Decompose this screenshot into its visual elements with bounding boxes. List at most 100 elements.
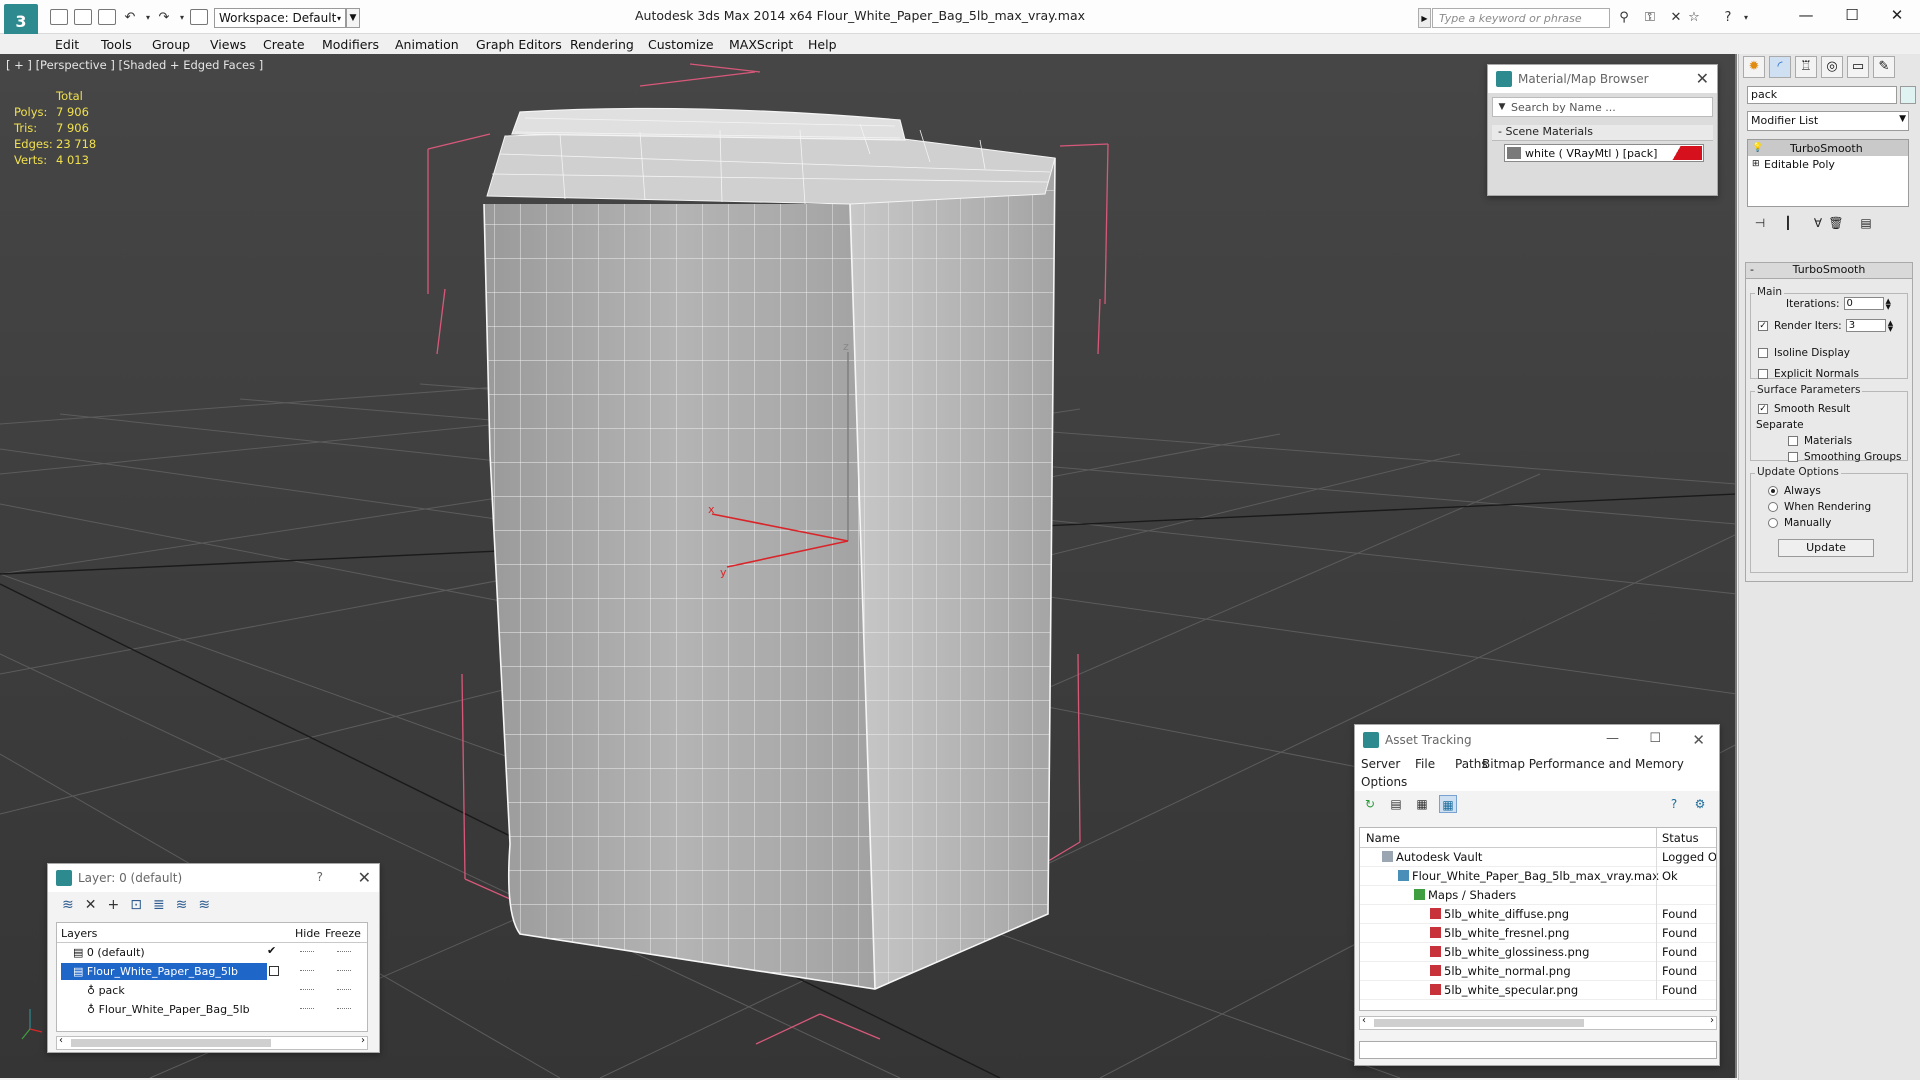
- object-name-input[interactable]: pack: [1747, 86, 1897, 104]
- settings-icon[interactable]: ⚙: [1691, 795, 1709, 813]
- table-row[interactable]: 5lb_white_normal.png Found: [1360, 962, 1716, 981]
- communication-icon[interactable]: ✕: [1668, 10, 1684, 26]
- menu-create[interactable]: Create: [263, 37, 305, 52]
- motion-tab-icon[interactable]: ◎: [1821, 56, 1843, 78]
- object-color-swatch[interactable]: [1900, 86, 1916, 104]
- menu-edit[interactable]: Edit: [55, 37, 79, 52]
- when-rendering-radio[interactable]: [1768, 502, 1778, 512]
- hierarchy-tab-icon[interactable]: ♖: [1795, 56, 1817, 78]
- column-name[interactable]: Name: [1366, 831, 1400, 845]
- modifier-list-dropdown[interactable]: Modifier List ▼: [1747, 111, 1909, 131]
- layer-window-titlebar[interactable]: Layer: 0 (default) ? ✕: [48, 864, 379, 892]
- column-freeze[interactable]: Freeze: [325, 927, 361, 940]
- favorites-star-icon[interactable]: ☆: [1686, 10, 1702, 26]
- lightbulb-icon[interactable]: 💡: [1752, 143, 1764, 153]
- minimize-icon[interactable]: —: [1606, 731, 1619, 746]
- layer-row[interactable]: ▤ 0 (default) ✔: [57, 943, 367, 962]
- expand-plus-icon[interactable]: ⊞: [1752, 159, 1764, 169]
- maximize-icon[interactable]: ☐: [1649, 731, 1661, 746]
- stack-item-turbosmooth[interactable]: 💡 TurboSmooth: [1748, 140, 1908, 156]
- layer-row[interactable]: ▤ Flour_White_Paper_Bag_5lb: [57, 962, 367, 981]
- table-row[interactable]: 5lb_white_fresnel.png Found: [1360, 924, 1716, 943]
- close-icon[interactable]: ✕: [1692, 731, 1705, 749]
- layer-row[interactable]: ♁ Flour_White_Paper_Bag_5lb: [57, 1000, 367, 1019]
- hide-toggle[interactable]: [300, 951, 314, 952]
- maximize-button[interactable]: ☐: [1829, 0, 1875, 30]
- modify-tab-icon[interactable]: ◜: [1769, 56, 1791, 78]
- asset-window-titlebar[interactable]: Asset Tracking — ☐ ✕: [1355, 725, 1719, 755]
- display-tab-icon[interactable]: ▭: [1847, 56, 1869, 78]
- table-view-icon[interactable]: ▦: [1439, 795, 1457, 813]
- utilities-tab-icon[interactable]: ✎: [1873, 56, 1895, 78]
- menu-animation[interactable]: Animation: [395, 37, 459, 52]
- isoline-checkbox[interactable]: [1758, 348, 1768, 358]
- remove-modifier-icon[interactable]: 🗑: [1827, 216, 1845, 234]
- scrollbar-thumb[interactable]: [1374, 1019, 1584, 1027]
- scroll-left-icon[interactable]: ‹: [59, 1035, 63, 1046]
- smoothing-groups-checkbox[interactable]: [1788, 452, 1798, 462]
- help-icon[interactable]: ?: [1665, 795, 1683, 813]
- select-objects-icon[interactable]: ⊡: [130, 897, 142, 913]
- chevron-down-icon[interactable]: ▼: [1493, 102, 1511, 112]
- binoculars-icon[interactable]: ⚲: [1616, 10, 1632, 26]
- menu-customize[interactable]: Customize: [648, 37, 714, 52]
- materials-checkbox[interactable]: [1788, 436, 1798, 446]
- refresh-icon[interactable]: ↻: [1361, 795, 1379, 813]
- scroll-right-icon[interactable]: ›: [1710, 1015, 1714, 1026]
- menu-maxscript[interactable]: MAXScript: [729, 37, 793, 52]
- table-row[interactable]: Autodesk Vault Logged Ou: [1360, 848, 1716, 867]
- help-dropdown-icon[interactable]: ▾: [1738, 10, 1754, 26]
- column-status[interactable]: Status: [1662, 831, 1699, 845]
- horizontal-scrollbar[interactable]: ‹ ›: [1359, 1015, 1717, 1030]
- minimize-button[interactable]: —: [1783, 0, 1829, 30]
- close-icon[interactable]: ✕: [1696, 69, 1709, 88]
- search-input[interactable]: Type a keyword or phrase: [1432, 8, 1610, 28]
- layers-stack-icon[interactable]: ≋: [62, 897, 74, 913]
- column-hide[interactable]: Hide: [295, 927, 320, 940]
- configure-modifier-sets-icon[interactable]: ▤: [1857, 216, 1875, 234]
- menu-file[interactable]: File: [1415, 757, 1435, 771]
- menu-rendering[interactable]: Rendering: [570, 37, 634, 52]
- menu-graph-editors[interactable]: Graph Editors: [476, 37, 562, 52]
- smooth-result-checkbox[interactable]: ✓: [1758, 404, 1768, 414]
- always-radio[interactable]: [1768, 486, 1778, 496]
- menu-views[interactable]: Views: [210, 37, 246, 52]
- create-tab-icon[interactable]: ✹: [1743, 56, 1765, 78]
- list-view-icon[interactable]: ▤: [1387, 795, 1405, 813]
- freeze-toggle[interactable]: [337, 970, 351, 971]
- table-row[interactable]: 5lb_white_specular.png Found: [1360, 981, 1716, 1000]
- spinner-arrows-icon[interactable]: ▲ ▼: [1888, 319, 1893, 332]
- active-checkmark-icon[interactable]: ✔: [267, 944, 276, 957]
- hide-all-layers-icon[interactable]: ≋: [176, 897, 188, 913]
- highlight-layer-icon[interactable]: ≣: [153, 897, 165, 913]
- detail-view-icon[interactable]: ▦: [1413, 795, 1431, 813]
- freeze-all-layers-icon[interactable]: ≋: [198, 897, 210, 913]
- menu-group[interactable]: Group: [152, 37, 190, 52]
- scroll-right-icon[interactable]: ›: [361, 1035, 365, 1046]
- subscription-icon[interactable]: ⚿: [1642, 10, 1658, 26]
- material-entry[interactable]: white ( VRayMtl ) [pack]: [1504, 144, 1704, 162]
- menu-help[interactable]: Help: [808, 37, 837, 52]
- spinner-arrows-icon[interactable]: ▲ ▼: [1886, 297, 1891, 310]
- render-iters-spinner[interactable]: 3: [1845, 319, 1886, 332]
- scrollbar-thumb[interactable]: [71, 1039, 271, 1047]
- freeze-toggle[interactable]: [337, 1008, 351, 1009]
- menu-server[interactable]: Server: [1361, 757, 1400, 771]
- horizontal-scrollbar[interactable]: ‹ ›: [56, 1035, 368, 1050]
- delete-layer-icon[interactable]: ✕: [85, 897, 97, 913]
- menu-modifiers[interactable]: Modifiers: [322, 37, 379, 52]
- explicit-normals-checkbox[interactable]: [1758, 369, 1768, 379]
- hide-toggle[interactable]: [300, 970, 314, 971]
- viewport-label[interactable]: [ + ] [Perspective ] [Shaded + Edged Fac…: [6, 58, 263, 72]
- rollout-header[interactable]: - TurboSmooth: [1746, 263, 1912, 279]
- menu-options[interactable]: Options: [1361, 775, 1407, 789]
- table-row[interactable]: Flour_White_Paper_Bag_5lb_max_vray.max O…: [1360, 867, 1716, 886]
- update-button[interactable]: Update: [1778, 539, 1874, 557]
- render-iters-checkbox[interactable]: ✓: [1758, 320, 1768, 331]
- iterations-spinner[interactable]: 0: [1843, 297, 1884, 310]
- pin-stack-icon[interactable]: ⊣: [1751, 216, 1769, 234]
- material-browser-titlebar[interactable]: Material/Map Browser ✕: [1488, 65, 1717, 93]
- menu-tools[interactable]: Tools: [101, 37, 132, 52]
- set-active-box-icon[interactable]: [269, 966, 279, 976]
- hide-toggle[interactable]: [300, 989, 314, 990]
